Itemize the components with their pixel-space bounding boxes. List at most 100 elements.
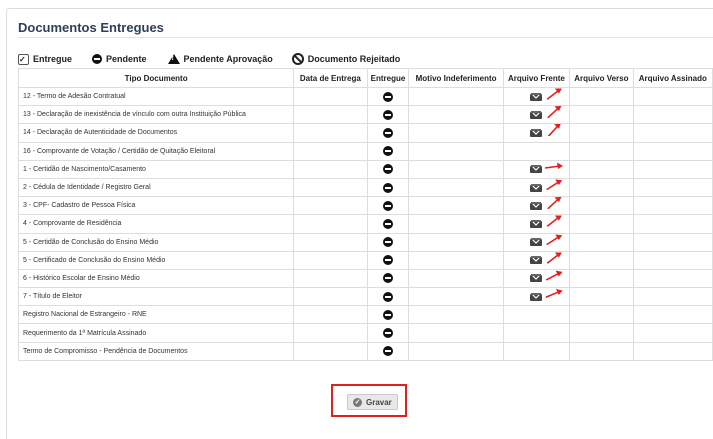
- cell-arquivo-verso: [569, 287, 634, 307]
- file-attachment-icon[interactable]: [529, 273, 543, 283]
- pending-status-icon[interactable]: [382, 91, 393, 102]
- checkbox-checked-icon: ✓: [18, 53, 29, 65]
- legend-delivered-label: Entregue: [33, 54, 73, 64]
- cell-entregue: [366, 196, 410, 216]
- pending-status-icon[interactable]: [382, 182, 393, 193]
- cell-arquivo-verso: [569, 177, 634, 198]
- cell-arquivo-assinado: [632, 141, 713, 161]
- pending-status-icon[interactable]: [382, 164, 393, 175]
- pending-status-icon[interactable]: [382, 109, 393, 120]
- file-attachment-icon[interactable]: [529, 255, 543, 265]
- red-arrow-annotation: [545, 179, 562, 191]
- cell-motivo-indeferimento: [408, 86, 504, 107]
- table-row: 5 - Certidão de Conclusão do Ensino Médi…: [17, 232, 713, 252]
- cell-arquivo-frente: [502, 214, 571, 234]
- table-header-row: Tipo Documento Data de Entrega Entregue …: [17, 68, 713, 88]
- cell-data-entrega: [293, 86, 368, 107]
- cell-motivo-indeferimento: [408, 250, 504, 270]
- cell-entregue: [366, 250, 410, 270]
- cell-data-entrega: [293, 323, 368, 343]
- cell-arquivo-assinado: [632, 323, 713, 343]
- pending-status-icon[interactable]: [382, 346, 393, 357]
- save-highlight-box: ✓ Gravar: [331, 384, 407, 417]
- cell-motivo-indeferimento: [408, 196, 504, 216]
- minus-circle-icon: [92, 54, 103, 64]
- table-row: 7 - Título de Eleitor: [17, 287, 713, 307]
- table-row: 1 - Certidão de Nascimento/Casamento: [17, 159, 713, 179]
- red-arrow-annotation: [545, 288, 563, 299]
- check-circle-icon: ✓: [353, 397, 362, 407]
- file-attachment-icon[interactable]: [529, 128, 543, 138]
- cell-arquivo-assinado: [632, 268, 713, 289]
- file-attachment-icon[interactable]: [529, 110, 543, 120]
- cell-motivo-indeferimento: [408, 341, 504, 361]
- pending-status-icon[interactable]: [382, 309, 393, 320]
- file-attachment-icon[interactable]: [529, 237, 543, 247]
- cell-motivo-indeferimento: [408, 159, 504, 179]
- pending-status-icon[interactable]: [382, 255, 393, 266]
- cell-tipo-documento: 12 - Termo de Adesão Contratual: [17, 86, 295, 107]
- cell-arquivo-verso: [569, 123, 634, 143]
- cell-arquivo-assinado: [632, 86, 713, 107]
- cell-entregue: [366, 287, 410, 307]
- pending-status-icon[interactable]: [382, 218, 393, 229]
- cell-data-entrega: [293, 123, 368, 143]
- file-attachment-icon[interactable]: [529, 219, 543, 229]
- cell-tipo-documento: 5 - Certidão de Conclusão do Ensino Médi…: [17, 232, 295, 252]
- cell-motivo-indeferimento: [408, 105, 504, 125]
- cell-motivo-indeferimento: [408, 305, 504, 325]
- table-row: Requerimento da 1ª Matrícula Assinado: [17, 323, 713, 343]
- red-arrow-annotation: [545, 234, 562, 245]
- col-tipo-documento: Tipo Documento: [17, 68, 295, 88]
- pending-status-icon[interactable]: [382, 127, 393, 138]
- cell-arquivo-frente: [502, 177, 571, 198]
- cell-arquivo-verso: [569, 105, 634, 125]
- red-arrow-annotation: [546, 215, 562, 228]
- cell-tipo-documento: 16 - Comprovante de Votação / Certidão d…: [17, 141, 295, 161]
- red-arrow-annotation: [546, 252, 562, 264]
- file-attachment-icon[interactable]: [529, 201, 543, 211]
- cell-arquivo-frente: [502, 323, 571, 343]
- cell-motivo-indeferimento: [408, 232, 504, 252]
- red-arrow-annotation: [545, 270, 563, 281]
- cell-arquivo-assinado: [632, 196, 713, 216]
- cell-motivo-indeferimento: [408, 323, 504, 343]
- cell-tipo-documento: 4 - Comprovante de Residência: [17, 214, 295, 234]
- cell-data-entrega: [293, 305, 368, 325]
- col-motivo-indeferimento: Motivo Indeferimento: [408, 68, 504, 88]
- cell-motivo-indeferimento: [408, 141, 504, 161]
- cell-tipo-documento: 1 - Certidão de Nascimento/Casamento: [17, 159, 295, 179]
- file-attachment-icon[interactable]: [529, 183, 543, 193]
- file-attachment-icon[interactable]: [529, 92, 543, 102]
- cell-arquivo-assinado: [632, 159, 713, 179]
- red-arrow-annotation: [546, 88, 562, 100]
- cell-tipo-documento: Registro Nacional de Estrangeiro - RNE: [17, 305, 295, 325]
- pending-status-icon[interactable]: [382, 328, 393, 339]
- cell-arquivo-verso: [569, 159, 634, 179]
- pending-status-icon[interactable]: [382, 237, 393, 248]
- cell-arquivo-frente: [502, 268, 571, 289]
- cell-entregue: [366, 159, 410, 179]
- cell-tipo-documento: 5 - Certificado de Conclusão do Ensino M…: [17, 250, 295, 270]
- table-row: 14 - Declaração de Autenticidade de Docu…: [17, 123, 713, 143]
- cell-data-entrega: [293, 268, 368, 289]
- save-button[interactable]: ✓ Gravar: [347, 394, 398, 410]
- warning-icon: [167, 54, 180, 64]
- file-attachment-icon[interactable]: [529, 292, 543, 302]
- cell-data-entrega: [293, 250, 368, 270]
- cell-arquivo-frente: [502, 159, 571, 179]
- cell-arquivo-verso: [569, 323, 634, 343]
- save-button-label: Gravar: [366, 397, 392, 407]
- pending-status-icon[interactable]: [382, 273, 393, 284]
- pending-status-icon[interactable]: [382, 200, 393, 211]
- cell-entregue: [366, 341, 410, 361]
- cell-motivo-indeferimento: [408, 214, 504, 234]
- file-attachment-icon[interactable]: [529, 164, 543, 174]
- table-row: 3 - CPF- Cadastro de Pessoa Física: [17, 196, 713, 216]
- cell-motivo-indeferimento: [408, 123, 504, 143]
- cell-data-entrega: [293, 341, 368, 361]
- cell-tipo-documento: 2 - Cédula de Identidade / Registro Gera…: [17, 177, 295, 198]
- pending-status-icon[interactable]: [382, 291, 393, 302]
- pending-status-icon[interactable]: [382, 146, 393, 157]
- table-row: 16 - Comprovante de Votação / Certidão d…: [17, 141, 713, 161]
